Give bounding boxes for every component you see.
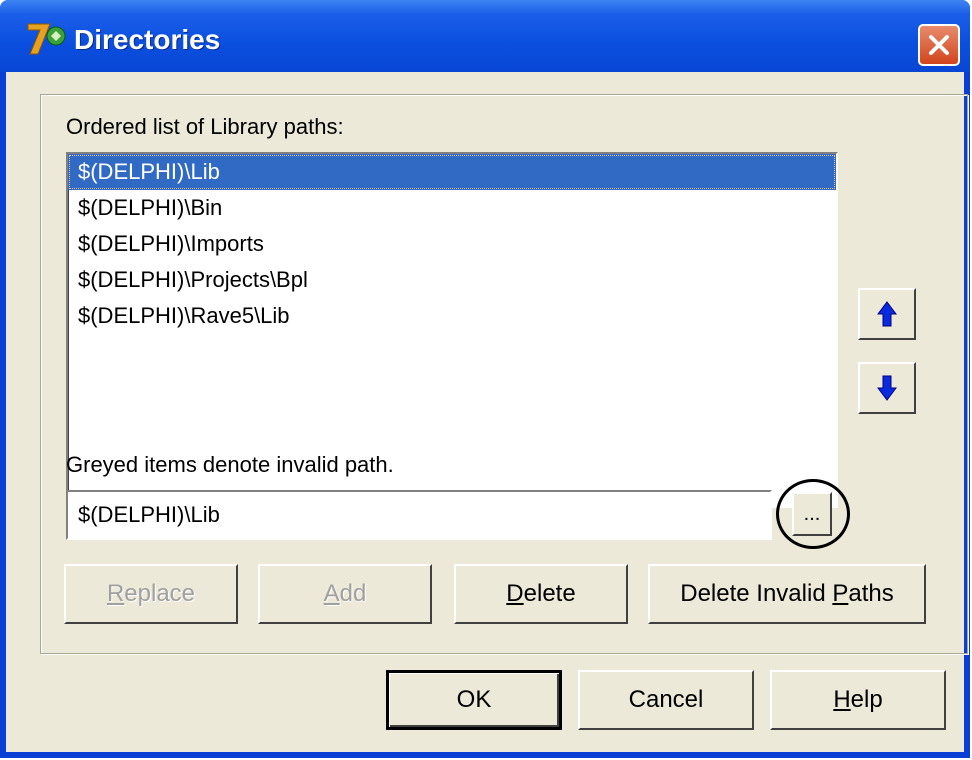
title-bar[interactable]: Directories [0, 0, 970, 72]
delphi7-icon [27, 23, 66, 55]
invalid-path-hint: Greyed items denote invalid path. [66, 452, 394, 477]
help-button[interactable]: Help [770, 670, 946, 730]
list-item[interactable]: $(DELPHI)\Lib [68, 154, 836, 190]
list-item[interactable]: $(DELPHI)\Projects\Bpl [68, 262, 836, 298]
close-button[interactable] [918, 24, 960, 66]
ok-button[interactable]: OK [386, 670, 562, 730]
highlight-circle [776, 479, 850, 549]
list-item[interactable]: $(DELPHI)\Imports [68, 226, 836, 262]
arrow-down-icon [877, 375, 897, 401]
path-input[interactable]: $(DELPHI)\Lib [66, 490, 772, 540]
delete-button[interactable]: Delete [454, 564, 628, 624]
close-icon [929, 35, 949, 55]
move-down-button[interactable] [858, 362, 916, 414]
library-list-label: Ordered list of Library paths: [66, 114, 344, 139]
move-up-button[interactable] [858, 288, 916, 340]
window-title: Directories [74, 24, 221, 55]
list-item[interactable]: $(DELPHI)\Bin [68, 190, 836, 226]
replace-button[interactable]: Replace [64, 564, 238, 624]
arrow-up-icon [877, 301, 897, 327]
add-button[interactable]: Add [258, 564, 432, 624]
dialog-window: Directories Ordered list of Library path… [0, 0, 970, 758]
cancel-button[interactable]: Cancel [578, 670, 754, 730]
delete-invalid-paths-button[interactable]: Delete Invalid Paths [648, 564, 926, 624]
dialog-body: Ordered list of Library paths: $(DELPHI)… [6, 72, 968, 752]
list-item[interactable]: $(DELPHI)\Rave5\Lib [68, 298, 836, 334]
